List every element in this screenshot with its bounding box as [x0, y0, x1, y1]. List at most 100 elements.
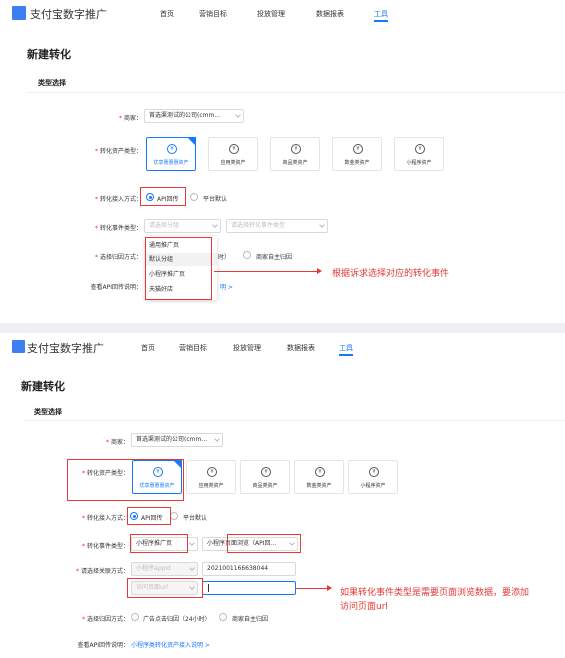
dropdown-item[interactable]: 天猫好店	[145, 283, 217, 296]
yuan-icon: ¥	[315, 467, 325, 477]
radio-merchant-attribution-label: 商家自主归因	[232, 616, 269, 623]
dropdown-item[interactable]: 小程序推广页	[145, 268, 217, 281]
screenshot-panel-2: 支付宝数字推广 首页 营销目标 投放管理 数据报表 工具 新建转化 类型选择 *…	[0, 333, 565, 658]
nav-home[interactable]: 首页	[141, 343, 155, 353]
asset-card-0[interactable]: ¥ 优享惠惠惠资产	[146, 137, 196, 171]
chevron-down-icon	[214, 436, 220, 442]
asset-card-1[interactable]: ¥ 应用类资产	[186, 460, 236, 494]
event-type-label: * 转化事件类型：	[94, 225, 142, 232]
section-divider	[24, 420, 565, 421]
nav-data-report[interactable]: 数据报表	[316, 9, 344, 19]
chevron-down-icon	[189, 540, 195, 546]
annotation-text: 根据诉求选择对应的转化事件	[332, 269, 450, 279]
asset-type-label: * 转化资产类型：	[81, 470, 129, 477]
radio-platform-default[interactable]	[170, 512, 178, 520]
nav-data-report[interactable]: 数据报表	[287, 343, 315, 353]
api-doc-label: 查看API回传说明：	[90, 284, 143, 291]
api-doc-link[interactable]: 小程序类转化资产接入说明 >	[131, 640, 210, 649]
asset-card-3[interactable]: ¥ 数金类资产	[294, 460, 344, 494]
radio-platform-default[interactable]	[190, 193, 198, 201]
chevron-down-icon	[189, 584, 195, 590]
chevron-down-icon	[319, 222, 325, 228]
radio-click-attribution[interactable]	[131, 613, 139, 621]
radio-merchant-attribution[interactable]	[243, 251, 251, 259]
api-doc-link[interactable]: 明 >	[220, 282, 233, 291]
section-title: 类型选择	[38, 79, 66, 87]
asset-type-label: * 转化资产类型：	[94, 148, 142, 155]
section-divider	[27, 92, 565, 93]
event-group-select[interactable]: 请选择分组	[144, 219, 221, 233]
logo-icon	[12, 6, 26, 20]
yuan-icon: ¥	[369, 467, 379, 477]
annotation-text-line-2: 访问页面url	[340, 602, 388, 612]
radio-click-attribution-label: 广告点击归因（24小时）	[143, 616, 211, 623]
nav-tools[interactable]: 工具	[374, 9, 388, 19]
yuan-icon: ¥	[153, 467, 163, 477]
panel-separator	[0, 323, 565, 333]
text-cursor	[208, 584, 209, 592]
access-method-label: * 转化接入方式：	[94, 196, 142, 203]
yuan-icon: ¥	[291, 144, 301, 154]
annotation-text-line-1: 如果转化事件类型是需要页面浏览数据，要添加	[340, 588, 530, 598]
radio-merchant-attribution-label: 商家自主归因	[256, 254, 293, 261]
yuan-icon: ¥	[415, 144, 425, 154]
asset-card-3[interactable]: ¥ 数金类资产	[332, 137, 382, 171]
access-method-label: * 转化接入方式：	[81, 515, 129, 522]
event-group-select[interactable]: 小程序推广页	[131, 537, 198, 551]
page-url-select[interactable]: 访问页面url	[131, 581, 198, 595]
chevron-down-icon	[212, 222, 218, 228]
event-type-select[interactable]: 请选择转化事件类型	[226, 219, 328, 233]
radio-api-label: API回传	[157, 196, 179, 203]
nav-marketing-goal[interactable]: 营销目标	[179, 343, 207, 353]
event-type-select[interactable]: 小程序页面浏览（API回...	[202, 537, 298, 551]
relate-method-select[interactable]: 小程序appid	[131, 562, 198, 576]
brand-name: 支付宝数字推广	[27, 342, 104, 355]
nav-home[interactable]: 首页	[160, 9, 174, 19]
asset-card-4[interactable]: ¥ 小程序资产	[348, 460, 398, 494]
dropdown-item[interactable]: 通用推广页	[145, 239, 217, 252]
arrow-icon	[214, 268, 322, 274]
chevron-down-icon	[289, 540, 295, 546]
asset-card-4[interactable]: ¥ 小程序资产	[394, 137, 444, 171]
asset-card-0[interactable]: ¥ 优享惠惠惠资产	[132, 460, 182, 494]
asset-card-2[interactable]: ¥ 商品类资产	[270, 137, 320, 171]
nav-marketing-goal[interactable]: 营销目标	[199, 9, 227, 19]
radio-platform-default-label: 平台默认	[183, 515, 208, 522]
merchant-label: * 商家：	[105, 439, 129, 446]
nav-active-indicator	[374, 20, 388, 22]
nav-ad-management[interactable]: 投放管理	[233, 343, 261, 353]
asset-card-1[interactable]: ¥ 应用类资产	[208, 137, 258, 171]
dropdown-item[interactable]: 默认分组	[145, 253, 217, 266]
attribution-label: * 选择归因方式：	[94, 254, 142, 261]
relate-method-label: * 请选择关联方式：	[75, 568, 129, 575]
yuan-icon: ¥	[207, 467, 217, 477]
radio-merchant-attribution[interactable]	[219, 613, 227, 621]
screenshot-panel-1: 支付宝数字推广 首页 营销目标 投放管理 数据报表 工具 新建转化 类型选择 *…	[0, 0, 565, 323]
brand-name: 支付宝数字推广	[30, 8, 107, 21]
nav-ad-management[interactable]: 投放管理	[257, 9, 285, 19]
event-group-dropdown: 通用推广页 默认分组 小程序推广页 天猫好店	[145, 236, 217, 300]
merchant-select[interactable]: 首选渠测试的公司(cmm...	[131, 433, 223, 447]
api-doc-label: 查看API回传说明：	[77, 642, 130, 649]
nav-active-indicator	[339, 354, 353, 356]
event-type-label: * 转化事件类型：	[81, 543, 129, 550]
merchant-select[interactable]: 首选渠测试的公司(cmm...	[144, 109, 244, 123]
attribution-label: * 选择归因方式：	[81, 616, 129, 623]
yuan-icon: ¥	[229, 144, 239, 154]
yuan-icon: ¥	[353, 144, 363, 154]
nav-tools[interactable]: 工具	[339, 343, 353, 353]
yuan-icon: ¥	[167, 144, 177, 154]
asset-card-2[interactable]: ¥ 商品类资产	[240, 460, 290, 494]
appid-input[interactable]: 2021001166638044	[202, 562, 296, 576]
selected-corner-icon	[187, 137, 196, 146]
section-title: 类型选择	[34, 408, 62, 416]
radio-api[interactable]	[146, 193, 154, 201]
page-title: 新建转化	[21, 380, 65, 393]
radio-api[interactable]	[130, 512, 138, 520]
radio-api-label: API回传	[141, 515, 163, 522]
chevron-down-icon	[189, 565, 195, 571]
page-url-input[interactable]	[202, 581, 296, 595]
yuan-icon: ¥	[261, 467, 271, 477]
chevron-down-icon	[235, 112, 241, 118]
arrow-icon	[296, 585, 332, 591]
